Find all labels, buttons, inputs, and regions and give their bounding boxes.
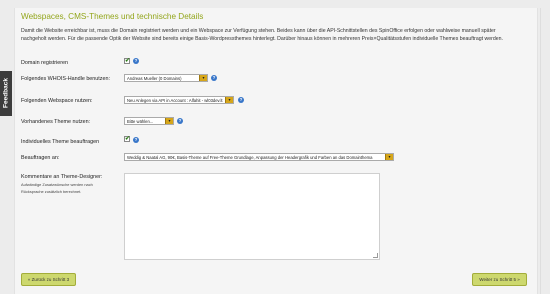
beauftragen-an-value: Weddig & Naatal AG, 90€, Basis-Theme auf… — [127, 155, 373, 160]
webspace-select[interactable]: Neu Anlegen via API in Account : Alfahit… — [124, 96, 234, 104]
help-icon[interactable]: ? — [211, 75, 217, 81]
help-icon[interactable]: ? — [177, 118, 183, 124]
intro-text: Damit die Website erreichbar ist, muss d… — [21, 28, 503, 43]
chevron-down-icon: ▾ — [199, 75, 207, 81]
webspace-value: Neu Anlegen via API in Account : Alfahit… — [127, 98, 223, 103]
section-title: Webspaces, CMS-Themes und technische Det… — [21, 12, 204, 21]
feedback-tab[interactable]: Feedback — [0, 71, 12, 116]
theme-value: Bitte wählen... — [127, 119, 154, 124]
resize-handle[interactable] — [373, 253, 378, 258]
feedback-label: Feedback — [2, 78, 10, 108]
beauftragen-an-label: Beauftragen an: — [21, 155, 60, 161]
individuelles-theme-label: Individuelles Theme beauftragen — [21, 139, 100, 145]
help-icon[interactable]: ? — [238, 97, 244, 103]
check-icon: ✔ — [125, 136, 131, 142]
domain-registrieren-label: Domain registrieren — [21, 60, 69, 66]
chevron-down-icon: ▾ — [385, 154, 393, 160]
theme-select[interactable]: Bitte wählen... ▾ — [124, 117, 174, 125]
domain-registrieren-checkbox[interactable]: ✔ — [124, 58, 130, 64]
help-icon[interactable]: ? — [133, 137, 139, 143]
whois-handle-select[interactable]: Andreas Mueller (0 Domains) ▾ — [124, 74, 208, 82]
back-button[interactable]: « Zurück zu Schritt 3 — [21, 273, 76, 286]
whois-handle-value: Andreas Mueller (0 Domains) — [127, 76, 182, 81]
help-icon[interactable]: ? — [133, 58, 139, 64]
kommentar-textarea[interactable] — [124, 173, 380, 260]
kommentar-label: Kommentare an Theme-Designer: — [21, 174, 103, 180]
chevron-down-icon: ▾ — [165, 118, 173, 124]
chevron-down-icon: ▾ — [225, 97, 233, 103]
individuelles-theme-checkbox[interactable]: ✔ — [124, 136, 130, 142]
next-button[interactable]: Weiter zu Schritt 5 » — [472, 273, 527, 286]
webspace-label: Folgenden Webspace nutzen: — [21, 98, 93, 104]
theme-label: Vorhandenes Theme nutzen: — [21, 119, 91, 125]
beauftragen-an-select[interactable]: Weddig & Naatal AG, 90€, Basis-Theme auf… — [124, 153, 394, 161]
check-icon: ✔ — [125, 58, 131, 64]
whois-handle-label: Folgendes WHOIS-Handle benutzen: — [21, 76, 110, 82]
kommentar-hint: Aufwändige Zusatzwünsche werden nach Rüc… — [21, 182, 93, 195]
page-edge — [540, 8, 541, 294]
